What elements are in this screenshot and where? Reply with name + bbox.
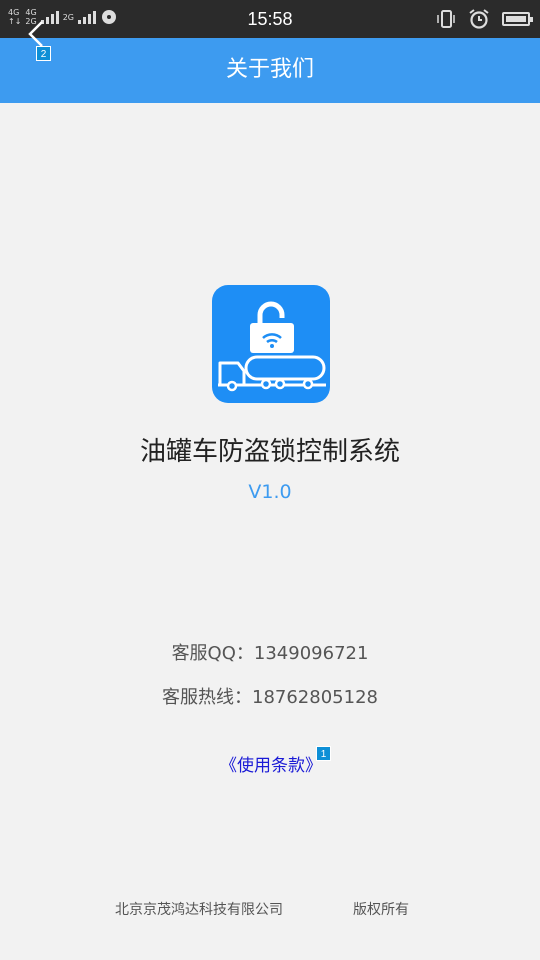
battery-icon	[502, 12, 533, 26]
app-logo-icon	[212, 285, 330, 403]
customer-service-qq: 客服QQ：1349096721	[171, 643, 369, 664]
terms-badge: 1	[316, 746, 331, 761]
status-bar: 4G ↑↓ 4G 2G 2G 15:58	[0, 0, 540, 38]
alarm-clock-icon	[469, 9, 489, 29]
vibrate-icon	[437, 10, 455, 28]
system-indicators	[436, 8, 533, 30]
app-name: 油罐车防盗锁控制系统	[139, 437, 400, 467]
customer-service-hotline[interactable]: 客服热线：18762805128	[0, 686, 540, 710]
page-title: 关于我们	[225, 57, 314, 82]
footer-company: 北京京茂鸿达科技有限公司	[115, 902, 283, 918]
app-version: V1.0	[248, 481, 292, 503]
terms-of-use-link[interactable]: 《使用条款》	[220, 754, 322, 778]
footer-copyright: 版权所有	[353, 902, 409, 918]
